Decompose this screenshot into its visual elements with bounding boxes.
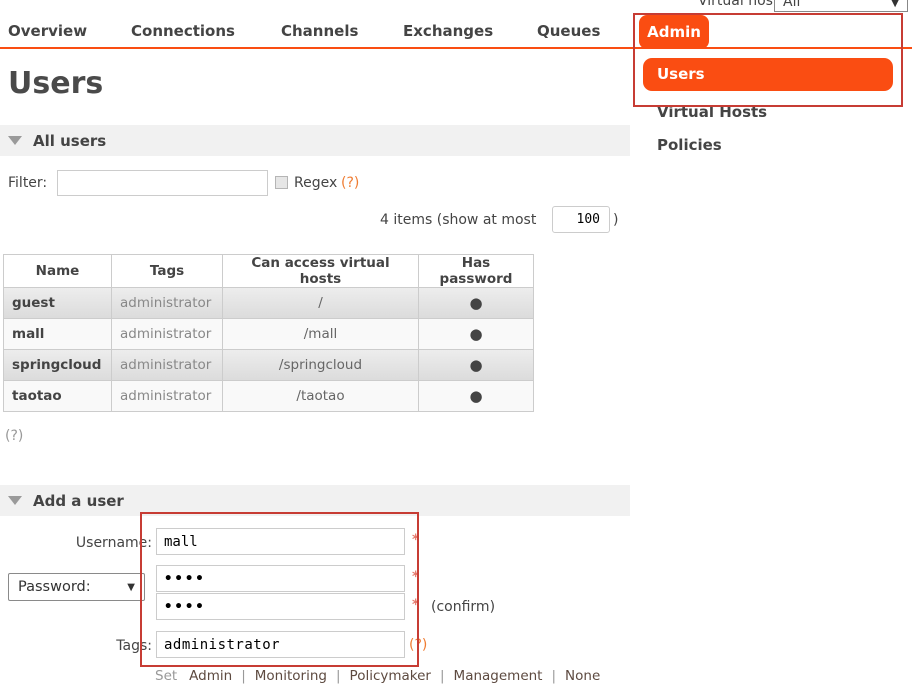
rabbitmq-users-page: Virtual host: All ▼ Overview Connections… xyxy=(0,0,912,694)
col-header-vhosts: Can access virtual hosts xyxy=(223,255,419,288)
virtual-host-label: Virtual host: xyxy=(698,0,783,9)
tag-shortcut-links: Set Admin | Monitoring | Policymaker | M… xyxy=(155,668,600,684)
regex-label: Regex xyxy=(294,175,337,191)
mandatory-asterisk: * xyxy=(412,597,419,613)
tags-help-link[interactable]: (?) xyxy=(409,637,427,653)
password-select-label: Password: xyxy=(18,579,127,595)
page-title: Users xyxy=(8,66,103,101)
sidebar-item-virtual-hosts[interactable]: Virtual Hosts xyxy=(657,103,767,121)
section-header-add-user[interactable]: Add a user xyxy=(0,485,630,516)
separator: | xyxy=(241,668,246,684)
col-header-has-password: Has password xyxy=(419,255,534,288)
table-help-link[interactable]: (?) xyxy=(5,428,23,444)
tab-connections[interactable]: Connections xyxy=(131,22,235,40)
sidebar-item-policies[interactable]: Policies xyxy=(657,136,722,154)
table-row: springcloud administrator /springcloud ● xyxy=(4,350,534,381)
virtual-host-value: All xyxy=(783,0,891,10)
section-title: All users xyxy=(33,132,106,150)
table-row: mall administrator /mall ● xyxy=(4,319,534,350)
col-header-name: Name xyxy=(4,255,112,288)
tags-label: Tags: xyxy=(52,638,152,654)
separator: | xyxy=(336,668,341,684)
confirm-label: (confirm) xyxy=(431,599,495,615)
regex-checkbox[interactable] xyxy=(275,176,288,189)
separator: | xyxy=(440,668,445,684)
regex-help-link[interactable]: (?) xyxy=(341,175,359,191)
users-table: Name Tags Can access virtual hosts Has p… xyxy=(3,254,534,412)
tab-queues[interactable]: Queues xyxy=(537,22,600,40)
has-password-dot: ● xyxy=(419,288,534,319)
table-row: guest administrator / ● xyxy=(4,288,534,319)
user-vhosts: / xyxy=(223,288,419,319)
password-type-select[interactable]: Password: ▼ xyxy=(8,573,145,601)
section-title: Add a user xyxy=(33,492,124,510)
filter-input[interactable] xyxy=(57,170,268,196)
show-at-most-input[interactable] xyxy=(552,206,610,233)
sidebar-item-users[interactable]: Users xyxy=(643,58,893,91)
chevron-down-icon: ▼ xyxy=(127,582,135,593)
set-monitoring-link[interactable]: Monitoring xyxy=(255,668,327,684)
set-admin-link[interactable]: Admin xyxy=(189,668,232,684)
items-count-text: 4 items (show at most xyxy=(380,212,536,228)
items-paren: ) xyxy=(613,212,618,228)
user-tags: administrator xyxy=(112,381,223,412)
has-password-dot: ● xyxy=(419,319,534,350)
filter-label: Filter: xyxy=(8,175,47,191)
set-label: Set xyxy=(155,668,177,684)
user-vhosts: /springcloud xyxy=(223,350,419,381)
table-header-row: Name Tags Can access virtual hosts Has p… xyxy=(4,255,534,288)
collapse-triangle-icon xyxy=(8,496,22,505)
set-policymaker-link[interactable]: Policymaker xyxy=(350,668,431,684)
collapse-triangle-icon xyxy=(8,136,22,145)
nav-underline xyxy=(0,47,912,49)
user-name-link[interactable]: springcloud xyxy=(4,350,112,381)
tags-field[interactable] xyxy=(156,631,405,658)
tab-channels[interactable]: Channels xyxy=(281,22,358,40)
separator: | xyxy=(551,668,556,684)
has-password-dot: ● xyxy=(419,381,534,412)
password-field[interactable] xyxy=(156,565,405,592)
username-label: Username: xyxy=(52,535,152,551)
username-field[interactable] xyxy=(156,528,405,555)
user-name-link[interactable]: guest xyxy=(4,288,112,319)
user-vhosts: /mall xyxy=(223,319,419,350)
set-none-link[interactable]: None xyxy=(565,668,600,684)
user-tags: administrator xyxy=(112,319,223,350)
tab-overview[interactable]: Overview xyxy=(8,22,87,40)
set-management-link[interactable]: Management xyxy=(454,668,543,684)
chevron-down-icon: ▼ xyxy=(891,0,899,9)
password-confirm-field[interactable] xyxy=(156,593,405,620)
tab-admin[interactable]: Admin xyxy=(639,15,709,49)
user-name-link[interactable]: taotao xyxy=(4,381,112,412)
col-header-tags: Tags xyxy=(112,255,223,288)
mandatory-asterisk: * xyxy=(412,532,419,548)
user-name-link[interactable]: mall xyxy=(4,319,112,350)
has-password-dot: ● xyxy=(419,350,534,381)
table-row: taotao administrator /taotao ● xyxy=(4,381,534,412)
user-tags: administrator xyxy=(112,350,223,381)
mandatory-asterisk: * xyxy=(412,569,419,585)
tab-exchanges[interactable]: Exchanges xyxy=(403,22,493,40)
user-tags: administrator xyxy=(112,288,223,319)
user-vhosts: /taotao xyxy=(223,381,419,412)
virtual-host-select[interactable]: All ▼ xyxy=(774,0,908,12)
section-header-all-users[interactable]: All users xyxy=(0,125,630,156)
